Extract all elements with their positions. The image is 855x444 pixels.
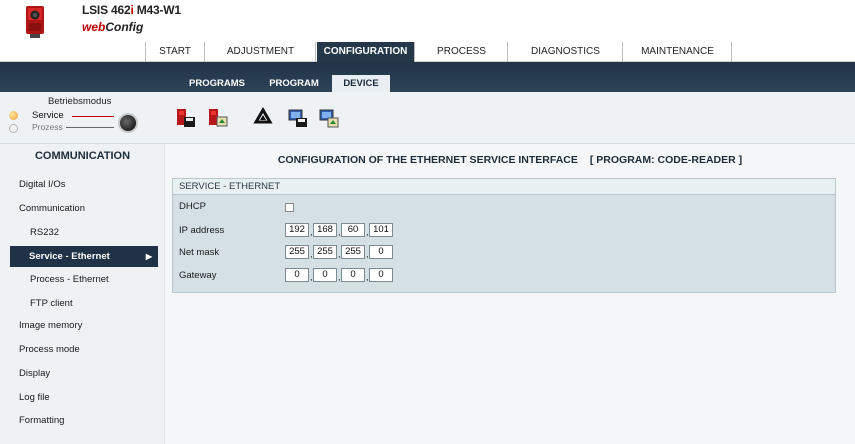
sidebar-item-label: Service - Ethernet: [29, 251, 110, 262]
sidebar-item-ftp-client[interactable]: FTP client: [0, 293, 165, 315]
sidebar: COMMUNICATION Digital I/Os Communication…: [0, 144, 165, 444]
service-line: [72, 116, 114, 117]
subtab-program[interactable]: PROGRAM: [264, 75, 324, 92]
dhcp-label: DHCP: [179, 201, 206, 212]
device-load-icon[interactable]: [207, 107, 229, 129]
mode-title: Betriebsmodus: [48, 96, 112, 107]
tab-diagnostics[interactable]: DIAGNOSTICS: [509, 42, 623, 62]
ip-octet-1[interactable]: 192: [285, 223, 309, 237]
sidebar-item-rs232[interactable]: RS232: [0, 222, 165, 244]
sub-navigation: PROGRAMS PROGRAM DEVICE: [0, 62, 855, 92]
pc-load-icon[interactable]: [318, 107, 340, 129]
tab-adjustment[interactable]: ADJUSTMENT: [206, 42, 316, 62]
gateway-label: Gateway: [179, 270, 217, 281]
main-content: CONFIGURATION OF THE ETHERNET SERVICE IN…: [165, 144, 855, 444]
sidebar-item-process-ethernet[interactable]: Process - Ethernet: [0, 269, 165, 291]
sidebar-item-image-memory[interactable]: Image memory: [0, 315, 165, 337]
mask-octet-1[interactable]: 255: [285, 245, 309, 259]
top-navigation: START ADJUSTMENT CONFIGURATION PROCESS D…: [0, 42, 855, 62]
program-indicator: [ PROGRAM: CODE-READER ]: [589, 154, 743, 166]
mask-octet-2[interactable]: 255: [313, 245, 337, 259]
ip-octet-4[interactable]: 101: [369, 223, 393, 237]
ip-octet-2[interactable]: 168: [313, 223, 337, 237]
gateway-octet-3[interactable]: 0: [341, 268, 365, 282]
net-mask-label: Net mask: [179, 247, 220, 258]
gateway-octet-2[interactable]: 0: [313, 268, 337, 282]
sidebar-item-log-file[interactable]: Log file: [0, 387, 165, 409]
tab-configuration[interactable]: CONFIGURATION: [317, 42, 415, 62]
tab-start[interactable]: START: [145, 42, 205, 62]
mode-switch-knob[interactable]: [118, 113, 138, 133]
panel-title: SERVICE - ETHERNET: [173, 179, 835, 195]
device-title: LSIS 462i M43-W1: [82, 3, 181, 17]
recycle-icon[interactable]: [252, 107, 274, 129]
ip-octet-3[interactable]: 60: [341, 223, 365, 237]
pc-save-icon[interactable]: [287, 107, 309, 129]
tab-maintenance[interactable]: MAINTENANCE: [624, 42, 732, 62]
page-title: CONFIGURATION OF THE ETHERNET SERVICE IN…: [277, 154, 743, 166]
process-led-icon: [9, 124, 18, 133]
ip-address-label: IP address: [179, 225, 225, 236]
camera-device-icon: [26, 6, 44, 38]
sidebar-heading: COMMUNICATION: [34, 150, 131, 162]
toolbar: [165, 92, 855, 144]
app-header: LSIS 462i M43-W1 webConfig: [0, 0, 855, 42]
process-line: [66, 127, 114, 128]
subtab-programs[interactable]: PROGRAMS: [186, 75, 248, 92]
sidebar-item-formatting[interactable]: Formatting: [0, 410, 165, 432]
sidebar-item-display[interactable]: Display: [0, 363, 165, 385]
dhcp-checkbox[interactable]: [285, 203, 294, 212]
operating-mode-panel: Betriebsmodus Service Prozess: [0, 92, 165, 144]
mode-process-label[interactable]: Prozess: [32, 122, 63, 132]
app-subtitle: webConfig: [82, 20, 144, 34]
gateway-octet-4[interactable]: 0: [369, 268, 393, 282]
tab-process[interactable]: PROCESS: [416, 42, 508, 62]
service-ethernet-panel: SERVICE - ETHERNET DHCP IP address 192 ,…: [172, 178, 836, 293]
sidebar-item-process-mode[interactable]: Process mode: [0, 339, 165, 361]
sidebar-item-digital-ios[interactable]: Digital I/Os: [0, 174, 165, 196]
subtab-device[interactable]: DEVICE: [332, 75, 390, 92]
chevron-right-icon: ▶: [145, 252, 152, 261]
mask-octet-3[interactable]: 255: [341, 245, 365, 259]
service-led-icon: [9, 111, 18, 120]
gateway-octet-1[interactable]: 0: [285, 268, 309, 282]
mode-service-label[interactable]: Service: [32, 110, 64, 121]
mask-octet-4[interactable]: 0: [369, 245, 393, 259]
sidebar-item-service-ethernet[interactable]: Service - Ethernet ▶: [10, 246, 158, 267]
device-save-icon[interactable]: [175, 107, 197, 129]
sidebar-item-communication[interactable]: Communication: [0, 198, 165, 220]
